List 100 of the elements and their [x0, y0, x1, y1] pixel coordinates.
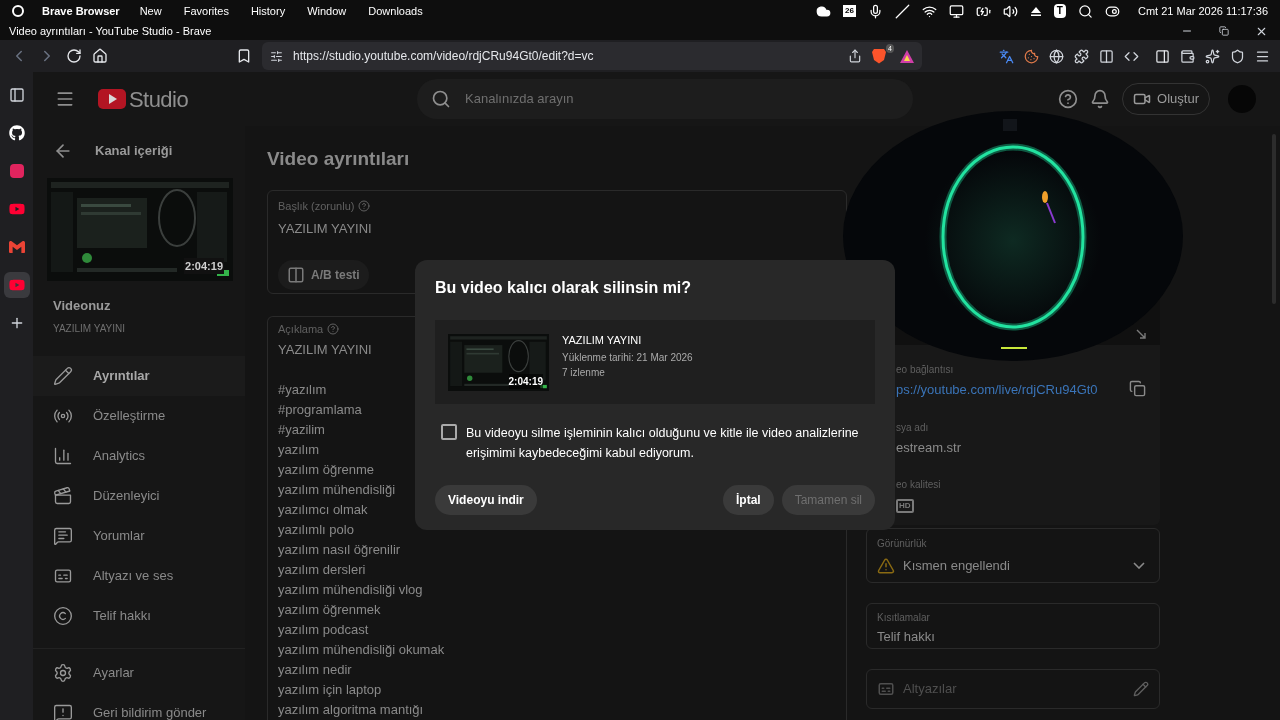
checkbox-label: Bu videoyu silme işleminin kalıcı olduğunu ve kitle ile video analizlerine erişimimi kaybedeceğimi kabul ediyorum.: [466, 425, 860, 462]
field-label: Başlık (zorunlu): [278, 198, 355, 214]
expand-icon[interactable]: [1136, 329, 1146, 339]
cookie-icon[interactable]: [1024, 48, 1039, 64]
wallet-icon[interactable]: [1180, 48, 1195, 64]
nav-item[interactable]: Ayarlar: [33, 652, 245, 693]
globe-icon[interactable]: [1049, 48, 1064, 64]
restore-icon[interactable]: [1219, 26, 1229, 36]
description-line: yazılım algoritma mantığı: [278, 701, 424, 719]
description-line: yazılım: [278, 441, 320, 459]
nav-item[interactable]: Altyazı ve ses: [33, 555, 245, 596]
home-icon[interactable]: [92, 48, 108, 64]
notifications-icon[interactable]: [1090, 89, 1111, 109]
app-tab-icon[interactable]: [9, 164, 24, 178]
video-link[interactable]: ps://youtube.com/live/rdjCRu94Gt0: [896, 380, 1098, 400]
menu-item[interactable]: Favorites: [183, 2, 229, 20]
page-title: Video ayrıntıları: [267, 147, 411, 171]
app-name[interactable]: Brave Browser: [42, 2, 120, 20]
bar-chart-icon: [53, 445, 73, 466]
sidebar-toggle-icon[interactable]: [1155, 48, 1170, 64]
sparkles-icon[interactable]: [1205, 48, 1220, 64]
microphone-icon[interactable]: [867, 3, 883, 19]
github-icon[interactable]: [8, 125, 25, 141]
search-placeholder: Kanalınızda arayın: [465, 90, 574, 109]
play-logo-icon[interactable]: [98, 89, 126, 109]
nav-item[interactable]: Geri bildirim gönder: [33, 692, 245, 720]
rewards-triangle-icon[interactable]: [900, 49, 914, 63]
volume-icon[interactable]: [1002, 3, 1018, 19]
field-value: YAZILIM YAYINI: [278, 220, 373, 238]
window-title: Video ayrıntıları - YouTube Studio - Brave: [9, 23, 212, 39]
video-title: YAZILIM YAYINI: [53, 321, 127, 336]
download-button[interactable]: Videoyu indir: [435, 485, 537, 515]
menu-icon[interactable]: [55, 89, 75, 109]
gmail-icon[interactable]: [8, 239, 25, 255]
description-line: yazılım dersleri: [278, 561, 366, 579]
os-logo-icon[interactable]: [12, 5, 24, 17]
copy-icon[interactable]: [1129, 379, 1146, 397]
subtitles-placeholder: Altyazılar: [903, 680, 957, 699]
field-label: Açıklama: [278, 321, 324, 337]
input-source-badge[interactable]: T: [1053, 4, 1066, 18]
nav-item[interactable]: Özelleştirme: [33, 395, 245, 436]
shield-icon[interactable]: [1230, 48, 1245, 64]
translate-icon[interactable]: [999, 48, 1014, 64]
clock[interactable]: Cmt 21 Mar 2026 11:17:36: [1137, 2, 1268, 20]
reload-icon[interactable]: [66, 48, 82, 64]
menu-item[interactable]: Downloads: [368, 2, 423, 20]
menu-item[interactable]: History: [250, 2, 286, 20]
search-icon: [431, 89, 452, 109]
checkbox[interactable]: [441, 424, 457, 440]
share-icon[interactable]: [848, 49, 862, 63]
description-line: yazılım öğrenmek: [278, 601, 381, 619]
description-line: #yazılım: [278, 381, 327, 399]
site-settings-icon[interactable]: [270, 49, 283, 63]
search-field[interactable]: Kanalınızda arayın: [417, 79, 914, 119]
back-link[interactable]: Kanal içeriği: [95, 141, 173, 161]
menu-icon[interactable]: [1255, 48, 1270, 64]
nav-item[interactable]: Yorumlar: [33, 515, 245, 556]
ab-test-button[interactable]: A/B testi: [278, 259, 369, 290]
calendar-icon[interactable]: 26: [842, 5, 856, 17]
visibility-dropdown[interactable]: Görünürlük Kısmen engellendi: [866, 528, 1160, 583]
video-label: Videonuz: [53, 297, 112, 315]
feedback-icon: [53, 702, 73, 720]
description-line: yazılım nedir: [278, 661, 352, 679]
youtube-icon[interactable]: [8, 201, 25, 217]
field-value: Telif hakkı: [877, 628, 936, 646]
nav-item[interactable]: Ayrıntılar: [33, 355, 245, 396]
monitor-icon[interactable]: [948, 3, 964, 19]
description-line: yazılımcı olmak: [278, 501, 368, 519]
menu-item[interactable]: New: [139, 2, 162, 20]
description-line: yazılım mühendisliği vlog: [278, 581, 423, 599]
wifi-icon[interactable]: [921, 3, 937, 19]
nav-item[interactable]: Telif hakkı: [33, 595, 245, 636]
search-icon[interactable]: [1077, 3, 1093, 19]
lion-shield-icon: [872, 48, 886, 64]
bookmark-icon[interactable]: [236, 48, 252, 64]
info-label: eo kalitesi: [896, 478, 942, 492]
reader-icon[interactable]: [1099, 48, 1114, 64]
eject-icon[interactable]: [1029, 5, 1042, 17]
info-label: sya adı: [896, 420, 930, 435]
clapperboard-icon: [53, 485, 73, 506]
nav-item[interactable]: Analytics: [33, 435, 245, 476]
control-center-icon[interactable]: [1104, 3, 1120, 19]
description-line: yazılımlı polo: [278, 521, 354, 539]
pencil-icon[interactable]: [1133, 681, 1149, 697]
youtube-icon[interactable]: [8, 277, 25, 293]
pencil-icon: [53, 365, 73, 386]
sidebar-panel-icon[interactable]: [8, 87, 25, 103]
upload-date: Yüklenme tarihi: 21 Mar 2026: [562, 351, 693, 366]
cloud-icon[interactable]: [815, 3, 831, 19]
help-icon[interactable]: [1058, 89, 1079, 109]
description-line: yazılım için laptop: [278, 681, 382, 699]
description-line: yazılım nasıl öğrenilir: [278, 541, 401, 559]
copyright-icon: [53, 605, 73, 626]
slash-icon[interactable]: [894, 3, 910, 19]
studio-logo-text[interactable]: Studio: [129, 82, 189, 116]
cancel-button[interactable]: İptal: [722, 485, 774, 515]
menu-item[interactable]: Window: [307, 2, 347, 20]
description-line: #programlama: [278, 401, 362, 419]
nav-item[interactable]: Düzenleyici: [33, 475, 245, 516]
extensions-icon[interactable]: [1074, 48, 1089, 64]
